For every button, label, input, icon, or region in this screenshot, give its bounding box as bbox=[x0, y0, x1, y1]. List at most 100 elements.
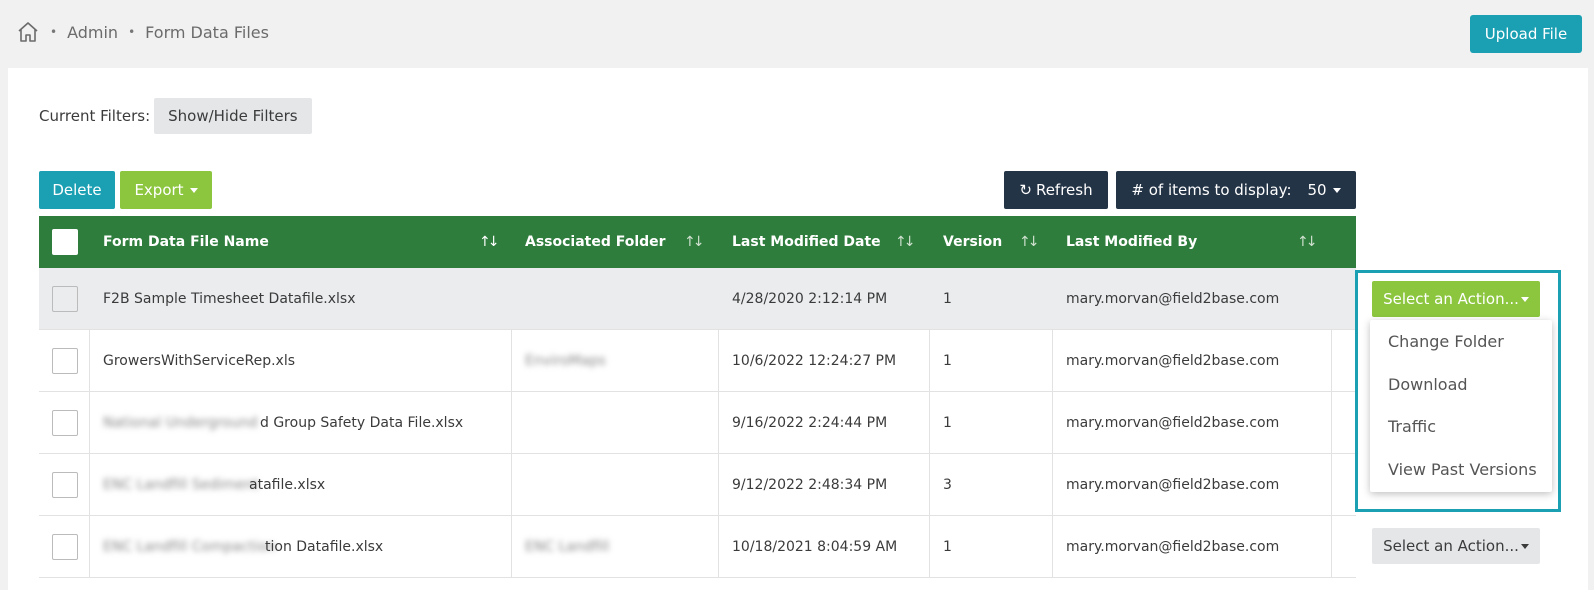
refresh-button[interactable]: ↻ Refresh bbox=[1004, 171, 1108, 209]
breadcrumb: • Admin • Form Data Files bbox=[16, 20, 269, 44]
files-table: Form Data File Name ↑↓ Associated Folder… bbox=[39, 216, 1356, 578]
table-row[interactable]: GrowersWithServiceRep.xls EnviroMaps 10/… bbox=[39, 330, 1356, 392]
select-action-button[interactable]: Select an Action... bbox=[1372, 528, 1540, 564]
modified-date: 10/6/2022 12:24:27 PM bbox=[732, 353, 897, 369]
column-header-date[interactable]: Last Modified Date bbox=[732, 216, 881, 268]
version: 1 bbox=[943, 539, 952, 555]
delete-button[interactable]: Delete bbox=[39, 171, 115, 209]
column-header-name[interactable]: Form Data File Name bbox=[103, 216, 269, 268]
modified-date: 4/28/2020 2:12:14 PM bbox=[732, 291, 888, 307]
file-name-redacted: National Underground bbox=[103, 415, 258, 431]
filters-label: Current Filters: bbox=[39, 107, 151, 125]
file-name: GrowersWithServiceRep.xls bbox=[103, 353, 296, 369]
table-row[interactable]: ENC Landfill Sediment atafile.xlsx 9/12/… bbox=[39, 454, 1356, 516]
sort-icon[interactable]: ↑↓ bbox=[1297, 234, 1318, 250]
folder-name: EnviroMaps bbox=[525, 353, 606, 369]
column-divider bbox=[1052, 392, 1053, 454]
modified-by: mary.morvan@field2base.com bbox=[1066, 291, 1280, 307]
column-divider bbox=[1331, 454, 1332, 516]
version: 1 bbox=[943, 291, 952, 307]
row-checkbox[interactable] bbox=[52, 286, 78, 312]
export-button[interactable]: Export bbox=[120, 171, 212, 209]
items-label: # of items to display: bbox=[1131, 181, 1292, 199]
column-divider bbox=[718, 454, 719, 516]
action-menu: Change Folder Download Traffic View Past… bbox=[1370, 320, 1552, 492]
column-divider bbox=[718, 392, 719, 454]
export-label: Export bbox=[134, 181, 184, 199]
menu-item-traffic[interactable]: Traffic bbox=[1388, 417, 1436, 436]
breadcrumb-admin[interactable]: Admin bbox=[67, 23, 118, 42]
table-row[interactable]: National Underground d Group Safety Data… bbox=[39, 392, 1356, 454]
column-divider bbox=[511, 454, 512, 516]
top-bar: • Admin • Form Data Files Upload File bbox=[0, 0, 1594, 68]
menu-item-view-past-versions[interactable]: View Past Versions bbox=[1388, 460, 1537, 479]
menu-item-download[interactable]: Download bbox=[1388, 375, 1468, 394]
filters-bar: Current Filters: Show/Hide Filters bbox=[39, 98, 312, 134]
column-header-modified-by[interactable]: Last Modified By bbox=[1066, 216, 1197, 268]
modified-date: 9/12/2022 2:48:34 PM bbox=[732, 477, 888, 493]
row-checkbox[interactable] bbox=[52, 410, 78, 436]
column-divider bbox=[1331, 516, 1332, 578]
file-name: tion Datafile.xlsx bbox=[265, 539, 384, 555]
row-checkbox[interactable] bbox=[52, 348, 78, 374]
home-icon[interactable] bbox=[16, 20, 40, 44]
items-value: 50 bbox=[1307, 181, 1327, 199]
upload-file-button[interactable]: Upload File bbox=[1470, 15, 1582, 53]
caret-down-icon bbox=[1332, 187, 1341, 193]
select-action-label: Select an Action... bbox=[1383, 537, 1519, 555]
version: 1 bbox=[943, 353, 952, 369]
refresh-label: Refresh bbox=[1035, 181, 1093, 199]
file-name: d Group Safety Data File.xlsx bbox=[260, 415, 464, 431]
sort-icon[interactable]: ↑↓ bbox=[1019, 234, 1040, 250]
modified-by: mary.morvan@field2base.com bbox=[1066, 353, 1280, 369]
column-divider bbox=[89, 392, 90, 454]
file-name: atafile.xlsx bbox=[249, 477, 326, 493]
column-divider bbox=[89, 454, 90, 516]
column-divider bbox=[1331, 392, 1332, 454]
column-divider bbox=[1052, 330, 1053, 392]
sort-icon[interactable]: ↑↓ bbox=[684, 234, 705, 250]
caret-down-icon bbox=[189, 187, 198, 193]
items-per-page-dropdown[interactable]: # of items to display: 50 bbox=[1116, 171, 1356, 209]
column-header-folder[interactable]: Associated Folder bbox=[525, 216, 666, 268]
refresh-icon: ↻ bbox=[1019, 181, 1032, 199]
column-divider bbox=[511, 392, 512, 454]
modified-date: 10/18/2021 8:04:59 AM bbox=[732, 539, 898, 555]
modified-date: 9/16/2022 2:24:44 PM bbox=[732, 415, 888, 431]
sort-icon[interactable]: ↑↓ bbox=[479, 234, 500, 250]
column-divider bbox=[929, 516, 930, 578]
breadcrumb-separator: • bbox=[128, 25, 136, 39]
modified-by: mary.morvan@field2base.com bbox=[1066, 415, 1280, 431]
column-header-version[interactable]: Version bbox=[943, 216, 1002, 268]
file-name-redacted: ENC Landfill Compaction bbox=[103, 539, 276, 555]
column-divider bbox=[929, 392, 930, 454]
select-all-checkbox[interactable] bbox=[52, 229, 78, 255]
row-checkbox[interactable] bbox=[52, 472, 78, 498]
column-divider bbox=[89, 516, 90, 578]
column-divider bbox=[1052, 454, 1053, 516]
file-name: F2B Sample Timesheet Datafile.xlsx bbox=[103, 291, 356, 307]
table-row[interactable]: F2B Sample Timesheet Datafile.xlsx 4/28/… bbox=[39, 268, 1356, 330]
folder-name: ENC Landfill bbox=[525, 539, 610, 555]
table-row[interactable]: ENC Landfill Compaction tion Datafile.xl… bbox=[39, 516, 1356, 578]
sort-icon[interactable]: ↑↓ bbox=[895, 234, 916, 250]
version: 3 bbox=[943, 477, 952, 493]
modified-by: mary.morvan@field2base.com bbox=[1066, 539, 1280, 555]
caret-down-icon bbox=[1520, 543, 1529, 549]
column-divider bbox=[929, 330, 930, 392]
row-checkbox[interactable] bbox=[52, 534, 78, 560]
delete-label: Delete bbox=[52, 181, 102, 199]
column-divider bbox=[1052, 516, 1053, 578]
column-divider bbox=[1331, 330, 1332, 392]
column-divider bbox=[718, 516, 719, 578]
breadcrumb-current: Form Data Files bbox=[145, 22, 269, 42]
column-divider bbox=[511, 330, 512, 392]
file-name-redacted: ENC Landfill Sediment bbox=[103, 477, 259, 493]
version: 1 bbox=[943, 415, 952, 431]
column-divider bbox=[929, 454, 930, 516]
column-divider bbox=[89, 330, 90, 392]
column-divider bbox=[718, 330, 719, 392]
show-hide-filters-button[interactable]: Show/Hide Filters bbox=[154, 98, 312, 134]
menu-item-change-folder[interactable]: Change Folder bbox=[1388, 332, 1504, 351]
column-divider bbox=[511, 516, 512, 578]
